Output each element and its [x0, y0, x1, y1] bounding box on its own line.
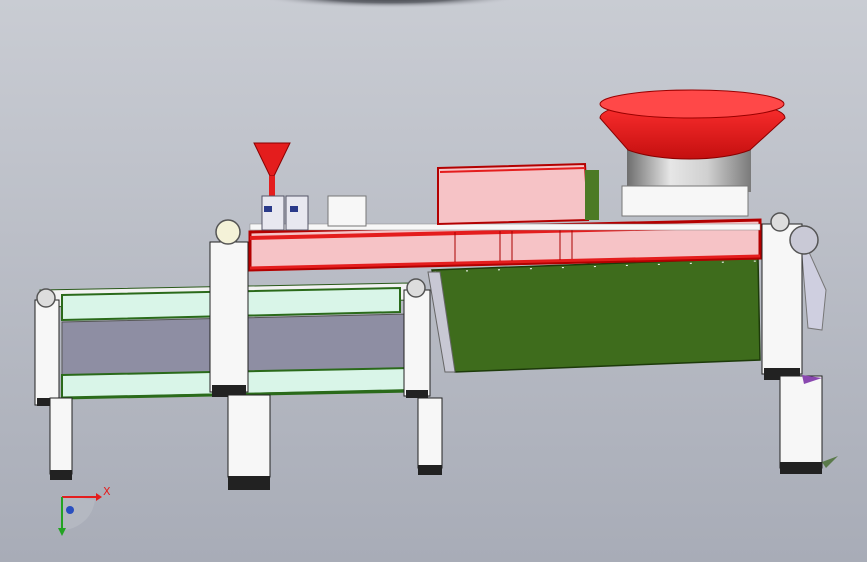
- cad-viewport[interactable]: X: [0, 0, 867, 562]
- model-canvas[interactable]: X: [0, 0, 867, 562]
- viewport-vignette: [0, 0, 867, 80]
- x-axis-label: X: [103, 485, 111, 498]
- sensor-box: [327, 195, 367, 227]
